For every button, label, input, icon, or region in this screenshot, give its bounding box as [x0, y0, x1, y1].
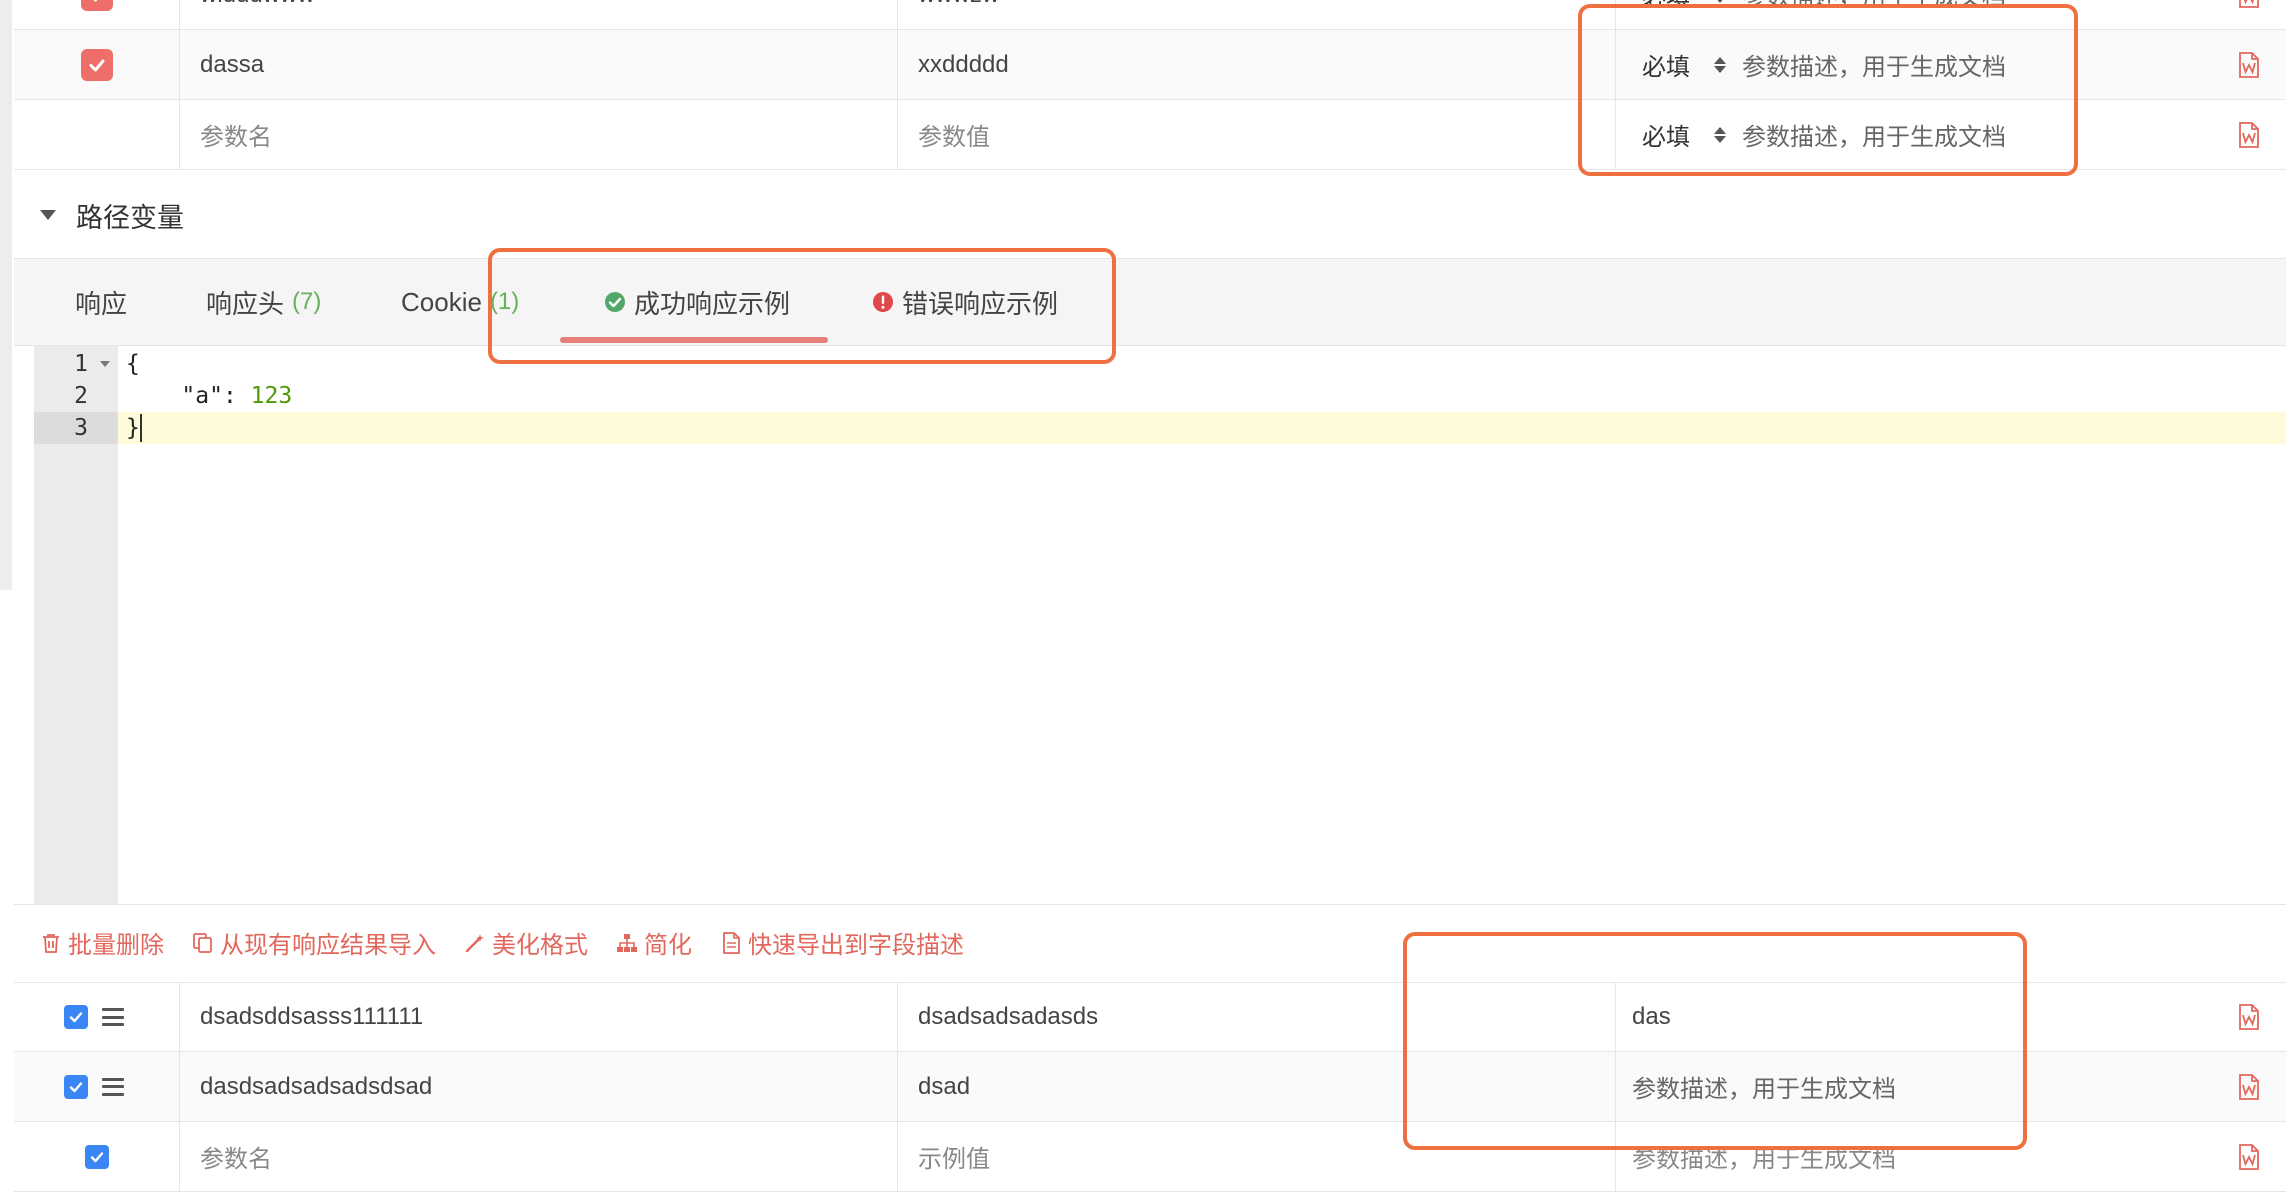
tab-label: 响应头 [206, 288, 285, 319]
field-value[interactable]: dsadsadsadasds [898, 1003, 1098, 1031]
check-icon [89, 59, 104, 71]
batch-delete-button[interactable]: 批量删除 [40, 925, 164, 960]
line-number: 3 [34, 412, 118, 444]
tool-label: 从现有响应结果导入 [220, 932, 436, 959]
word-doc-icon[interactable] [2238, 1143, 2260, 1170]
checkbox-cell[interactable] [14, 0, 179, 29]
select-arrows-icon [1714, 0, 1726, 3]
tab-label: 响应 [75, 288, 128, 319]
path-variables-header[interactable]: 路径变量 [0, 172, 2286, 258]
trash-icon [43, 933, 59, 953]
drag-handle-icon[interactable] [102, 1008, 124, 1026]
left-scroll-strip[interactable] [0, 0, 12, 590]
annotation-highlight [488, 248, 1116, 364]
field-name-cell[interactable]: dasdsadsadsadsdsad [179, 1052, 897, 1121]
tool-label: 批量删除 [68, 932, 164, 959]
tool-label: 美化格式 [492, 932, 588, 959]
simplify-button[interactable]: 简化 [616, 925, 692, 960]
sitemap-icon [617, 933, 637, 952]
check-icon [93, 0, 97, 1]
enabled-checkbox[interactable] [64, 1005, 88, 1029]
magic-wand-icon [465, 933, 484, 952]
param-value[interactable]: wwwzw [898, 0, 999, 9]
word-doc-icon[interactable] [2238, 0, 2260, 8]
code-line[interactable]: "a": 123 [126, 380, 292, 412]
tab-response[interactable]: 响应 [75, 259, 127, 345]
tab-count: (7) [292, 288, 322, 315]
caret-down-icon[interactable] [40, 210, 56, 220]
response-tabbar: 响应 响应头 (7) Cookie (1) 成功响应示例 错误响应示例 [14, 258, 2286, 346]
fold-arrow-icon[interactable] [100, 361, 110, 367]
check-icon [69, 1081, 83, 1092]
checkbox-cell[interactable] [14, 983, 179, 1051]
param-value[interactable]: xxddddd [898, 51, 1009, 79]
enabled-checkbox[interactable] [80, 48, 113, 81]
param-value-cell[interactable]: wwwzw [897, 0, 1615, 29]
enabled-checkbox[interactable] [84, 1144, 109, 1169]
param-value-cell[interactable]: xxddddd [897, 30, 1615, 99]
code-editor[interactable]: 1 2 3 { "a": 123 } [34, 346, 2286, 904]
field-name[interactable]: dasdsadsadsadsdsad [180, 1073, 432, 1101]
word-doc-icon[interactable] [2238, 1073, 2260, 1100]
param-value-placeholder[interactable]: 参数值 [898, 117, 990, 152]
checkbox-cell[interactable] [14, 30, 179, 99]
code-text: { [126, 351, 140, 377]
tool-label: 简化 [644, 932, 692, 959]
code-text: } [126, 415, 140, 441]
param-name-cell[interactable]: widddwww [179, 0, 897, 29]
field-name[interactable]: dsadsddsasss111111 [180, 1003, 423, 1031]
copy-icon [193, 932, 212, 953]
code-line[interactable]: { [126, 348, 140, 380]
field-value[interactable]: dsad [898, 1073, 970, 1101]
tab-label: Cookie [401, 286, 482, 317]
param-name[interactable]: dassa [180, 51, 264, 79]
json-key: "a" [181, 383, 223, 409]
tool-label: 快速导出到字段描述 [748, 932, 964, 959]
import-from-response-button[interactable]: 从现有响应结果导入 [192, 925, 436, 960]
app-root: widddwww wwwzw 必填 参数描述，用于生成文档 dassa xxdd… [0, 0, 2286, 1202]
active-line-highlight [118, 412, 2286, 444]
check-icon [90, 1151, 103, 1162]
annotation-highlight [1403, 932, 2027, 1150]
json-number: 123 [250, 383, 293, 409]
field-value-placeholder[interactable]: 示例值 [898, 1139, 990, 1174]
drag-handle-icon[interactable] [102, 1077, 124, 1096]
param-name-cell[interactable]: dassa [179, 30, 897, 99]
section-title: 路径变量 [76, 202, 184, 233]
word-doc-icon[interactable] [2238, 1004, 2260, 1030]
field-name-placeholder[interactable]: 参数名 [180, 1139, 272, 1174]
text-cursor [140, 414, 142, 442]
field-name-cell[interactable]: 参数名 [179, 1122, 897, 1191]
check-icon [69, 1012, 83, 1023]
beautify-button[interactable]: 美化格式 [464, 925, 588, 960]
word-doc-icon[interactable] [2238, 51, 2260, 78]
param-name-placeholder[interactable]: 参数名 [180, 117, 272, 152]
document-icon [723, 931, 740, 954]
enabled-checkbox[interactable] [80, 0, 113, 11]
word-doc-icon[interactable] [2238, 121, 2260, 148]
annotation-highlight [1578, 4, 2078, 176]
param-name-cell[interactable]: 参数名 [179, 100, 897, 169]
json-sep: : [222, 383, 251, 409]
param-value-cell[interactable]: 参数值 [897, 100, 1615, 169]
checkbox-cell[interactable] [14, 1122, 179, 1191]
checkbox-cell [14, 100, 179, 169]
code-line[interactable]: } [126, 412, 140, 444]
checkbox-cell[interactable] [14, 1052, 179, 1121]
line-number: 2 [74, 383, 88, 409]
param-name[interactable]: widddwww [180, 0, 315, 9]
tab-response-headers[interactable]: 响应头 (7) [206, 259, 321, 345]
export-to-fields-button[interactable]: 快速导出到字段描述 [720, 925, 964, 960]
field-name-cell[interactable]: dsadsddsasss111111 [179, 983, 897, 1051]
enabled-checkbox[interactable] [64, 1074, 88, 1099]
